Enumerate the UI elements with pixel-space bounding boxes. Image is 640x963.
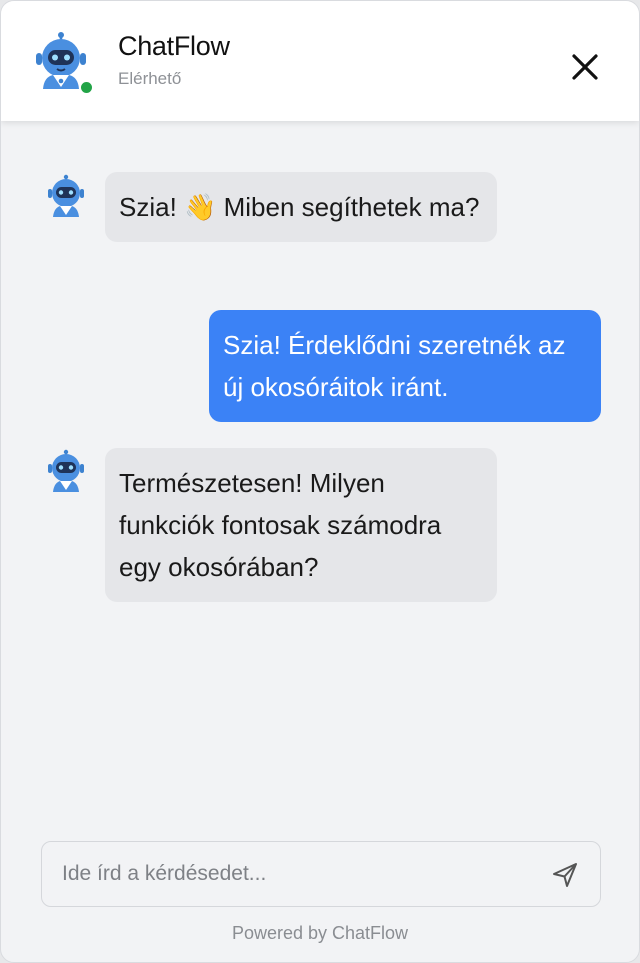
availability-status: Elérhető (118, 69, 182, 88)
close-icon[interactable] (567, 49, 603, 85)
powered-by-text: Powered by ChatFlow (231, 923, 409, 943)
chat-header: ChatFlow Elérhető (1, 1, 639, 121)
chat-widget: ChatFlow Elérhető Szia! 👋 Miben segíthet… (0, 0, 640, 963)
message-input[interactable] (42, 842, 542, 906)
bot-avatar-icon (48, 449, 84, 492)
user-message: Szia! Érdeklődni szeretnék az új okosórá… (209, 310, 601, 422)
online-status-dot (79, 80, 94, 95)
bot-message: Szia! 👋 Miben segíthetek ma? (105, 172, 497, 242)
chat-title: ChatFlow (118, 31, 230, 61)
bot-message: Természetesen! Milyen funkciók fontosak … (105, 448, 497, 602)
bot-avatar-icon (48, 174, 84, 217)
send-icon[interactable] (550, 860, 580, 890)
message-input-container (41, 841, 601, 907)
